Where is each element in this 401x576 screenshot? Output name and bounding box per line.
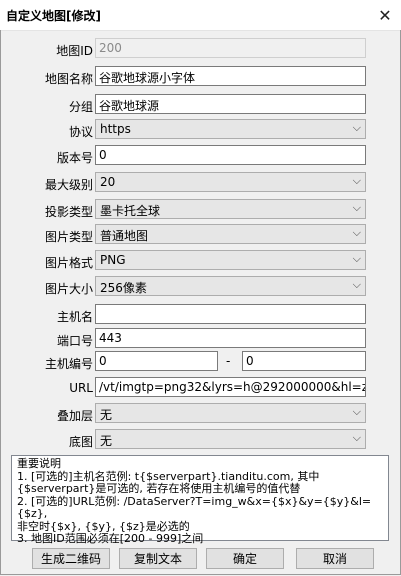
- base-map-label: 底图: [68, 435, 93, 449]
- info-textbox[interactable]: 重要说明 1. [可选的]主机名范例: t{$serverpart}.tiand…: [11, 455, 389, 545]
- row-overlay: 叠加层 无 ⌵: [0, 403, 401, 425]
- row-map-name: 地图名称 谷歌地球源小字体: [0, 66, 401, 88]
- version-label: 版本号: [56, 151, 93, 165]
- row-url: URL /vt/imgtp=png32&lyrs=h@292000000&hl=…: [0, 377, 401, 399]
- chevron-down-icon: ⌵: [352, 226, 361, 239]
- info-line: 重要说明: [17, 457, 61, 470]
- row-port: 端口号 443: [0, 328, 401, 350]
- window-title: 自定义地图[修改]: [6, 9, 101, 23]
- row-max-level: 最大级别 20 ⌵: [0, 172, 401, 194]
- row-host: 主机名: [0, 304, 401, 326]
- chevron-down-icon: ⌵: [352, 121, 361, 134]
- max-level-label: 最大级别: [44, 178, 93, 192]
- group-label: 分组: [68, 100, 93, 114]
- host-index-to-field[interactable]: 0: [242, 351, 366, 371]
- row-base-map: 底图 无 ⌵: [0, 429, 401, 451]
- image-type-select[interactable]: 普通地图 ⌵: [95, 224, 366, 244]
- projection-label: 投影类型: [44, 205, 93, 219]
- image-format-label: 图片格式: [44, 256, 93, 270]
- host-index-from-field[interactable]: 0: [95, 351, 218, 371]
- overlay-label: 叠加层: [56, 409, 93, 423]
- image-size-select[interactable]: 256像素 ⌵: [95, 276, 366, 296]
- host-index-separator: -: [226, 354, 231, 368]
- image-format-value: PNG: [100, 253, 126, 267]
- chevron-down-icon: ⌵: [352, 278, 361, 291]
- row-map-id: 地图ID 200: [0, 38, 401, 60]
- title-bar: 自定义地图[修改] ✕: [0, 0, 401, 31]
- image-format-select[interactable]: PNG ⌵: [95, 250, 366, 270]
- protocol-value: https: [100, 122, 131, 136]
- projection-select[interactable]: 墨卡托全球 ⌵: [95, 199, 366, 219]
- cancel-button[interactable]: 取消: [296, 548, 374, 569]
- max-level-value: 20: [100, 175, 116, 189]
- map-name-field[interactable]: 谷歌地球源小字体: [95, 66, 366, 86]
- row-image-format: 图片格式 PNG ⌵: [0, 250, 401, 272]
- image-type-label: 图片类型: [44, 230, 93, 244]
- host-label: 主机名: [56, 310, 93, 324]
- row-image-size: 图片大小 256像素 ⌵: [0, 276, 401, 298]
- chevron-down-icon: ⌵: [352, 252, 361, 265]
- image-type-value: 普通地图: [100, 229, 149, 243]
- row-host-index: 主机编号 0 - 0: [0, 351, 401, 373]
- port-label: 端口号: [56, 334, 93, 348]
- row-image-type: 图片类型 普通地图 ⌵: [0, 224, 401, 246]
- generate-qrcode-button[interactable]: 生成二维码: [32, 548, 110, 569]
- version-field[interactable]: 0: [95, 145, 366, 165]
- image-size-label: 图片大小: [44, 282, 93, 296]
- chevron-down-icon: ⌵: [352, 431, 361, 444]
- overlay-value: 无: [100, 408, 113, 422]
- url-field[interactable]: /vt/imgtp=png32&lyrs=h@292000000&hl=zh-C…: [95, 377, 366, 397]
- group-field[interactable]: 谷歌地球源: [95, 94, 366, 114]
- chevron-down-icon: ⌵: [352, 405, 361, 418]
- host-index-label: 主机编号: [44, 357, 93, 371]
- map-id-field: 200: [95, 38, 366, 58]
- chevron-down-icon: ⌵: [352, 201, 361, 214]
- protocol-label: 协议: [68, 125, 93, 139]
- close-icon[interactable]: ✕: [369, 0, 401, 30]
- info-line: 2. [可选的]URL范例: /DataServer?T=img_w&x={$x…: [17, 494, 372, 520]
- overlay-select[interactable]: 无 ⌵: [95, 403, 366, 423]
- base-map-select[interactable]: 无 ⌵: [95, 429, 366, 449]
- info-line: {$serverpart}是可选的, 若存在将使用主机编号的值代替: [17, 482, 301, 495]
- chevron-down-icon: ⌵: [352, 174, 361, 187]
- map-id-label: 地图ID: [56, 44, 93, 58]
- row-projection: 投影类型 墨卡托全球 ⌵: [0, 199, 401, 221]
- base-map-value: 无: [100, 434, 113, 448]
- info-line: 3. 地图ID范围必须在[200 - 999]之间: [17, 532, 204, 545]
- host-field[interactable]: [95, 304, 366, 324]
- row-group: 分组 谷歌地球源: [0, 94, 401, 116]
- port-field[interactable]: 443: [95, 328, 366, 348]
- max-level-select[interactable]: 20 ⌵: [95, 172, 366, 192]
- ok-button[interactable]: 确定: [206, 548, 284, 569]
- image-size-value: 256像素: [100, 281, 147, 295]
- row-version: 版本号 0: [0, 145, 401, 167]
- protocol-select[interactable]: https ⌵: [95, 119, 366, 139]
- row-protocol: 协议 https ⌵: [0, 119, 401, 141]
- map-name-label: 地图名称: [44, 72, 93, 86]
- projection-value: 墨卡托全球: [100, 204, 161, 218]
- url-label: URL: [69, 381, 93, 395]
- copy-text-button[interactable]: 复制文本: [119, 548, 197, 569]
